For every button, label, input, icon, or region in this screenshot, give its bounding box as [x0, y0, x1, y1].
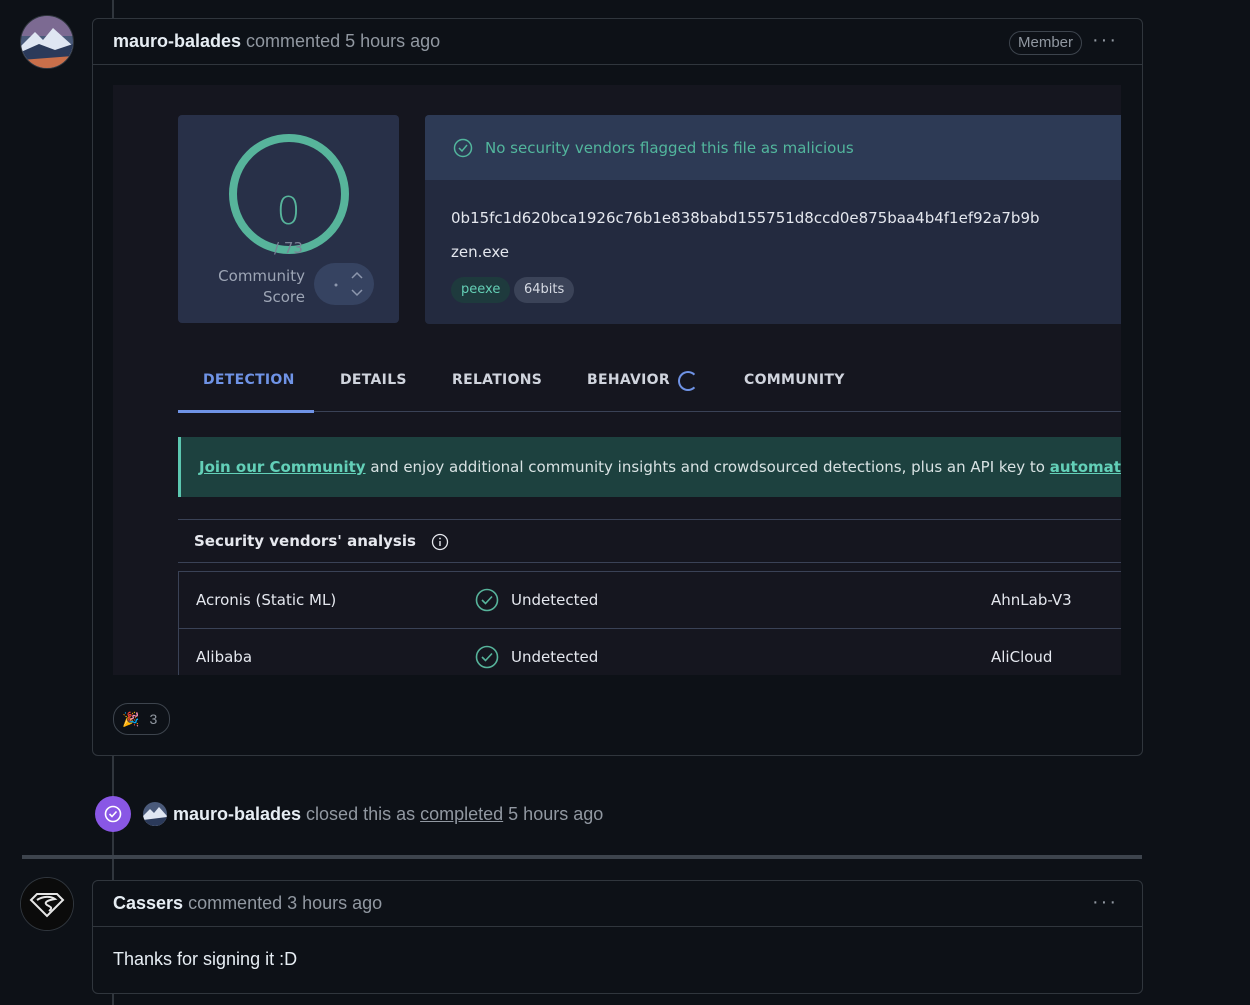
closed-event: mauro-balades closed this as completed 5…	[95, 796, 603, 832]
analysis-header: Security vendors' analysis	[178, 519, 1121, 563]
vendors-table: Acronis (Static ML) Undetected AhnLab-V3…	[178, 571, 1121, 675]
vendor-name: Acronis (Static ML)	[196, 591, 337, 609]
tab-relations[interactable]: RELATIONS	[452, 372, 542, 388]
status-text: Undetected	[511, 648, 599, 666]
check-circle-icon	[453, 138, 473, 157]
analysis-title: Security vendors' analysis	[194, 532, 416, 550]
banner-text: and enjoy additional community insights …	[365, 458, 1050, 476]
avatar[interactable]	[21, 16, 73, 68]
tab-community[interactable]: COMMUNITY	[744, 372, 845, 388]
virustotal-screenshot[interactable]: 0 / 73 Community Score No security vendo…	[113, 85, 1121, 675]
detection-score-card: 0 / 73 Community Score	[178, 115, 399, 323]
vendor-name: AhnLab-V3	[991, 591, 1072, 609]
timeline-divider	[22, 855, 1142, 859]
avatar[interactable]	[21, 878, 73, 930]
detection-status: Undetected	[475, 588, 598, 612]
reaction-count: 3	[149, 711, 158, 727]
comment-action: commented	[246, 31, 341, 51]
vendor-name: Alibaba	[196, 648, 253, 666]
event-text: closed this as	[306, 803, 416, 824]
tag-64bits: 64bits	[514, 277, 575, 303]
file-hash: 0b15fc1d620bca1926c76b1e838babd155751d8c…	[451, 209, 1040, 227]
party-popper-icon: 🎉	[122, 710, 140, 727]
active-tab-underline	[178, 410, 314, 413]
table-row: Acronis (Static ML) Undetected AhnLab-V3	[179, 572, 1121, 629]
reaction-button[interactable]: 🎉 3	[113, 703, 171, 735]
mountain-avatar-image	[21, 16, 73, 68]
detection-score: 0	[276, 189, 301, 233]
comment-author[interactable]: mauro-balades	[113, 31, 241, 52]
automate-checks-link[interactable]: automate checks.	[1050, 458, 1121, 476]
comment-menu-button[interactable]: ···	[1092, 892, 1118, 912]
check-circle-icon	[475, 645, 499, 669]
community-score-label: Community Score	[218, 267, 305, 306]
table-row: Alibaba Undetected AliCloud	[179, 629, 1121, 675]
closed-badge	[95, 796, 131, 832]
vendor-name: AliCloud	[991, 648, 1053, 666]
status-message: No security vendors flagged this file as…	[485, 138, 854, 157]
completed-link[interactable]: completed	[420, 804, 503, 825]
community-score-control	[314, 263, 374, 305]
tab-details[interactable]: DETAILS	[340, 372, 407, 388]
event-author[interactable]: mauro-balades	[173, 804, 301, 825]
check-circle-icon	[475, 588, 499, 612]
check-circle-icon	[104, 805, 122, 823]
file-info-card: No security vendors flagged this file as…	[425, 115, 1121, 324]
comment-card: mauro-balades commented 5 hours ago Memb…	[92, 18, 1143, 756]
comment-header: Cassers commented 3 hours ago ···	[93, 881, 1142, 927]
mountain-avatar-image	[143, 802, 167, 826]
event-timestamp[interactable]: 5 hours ago	[508, 804, 603, 825]
avatar[interactable]	[143, 802, 167, 826]
status-banner: No security vendors flagged this file as…	[425, 115, 1121, 180]
comment-timestamp[interactable]: 5 hours ago	[345, 31, 440, 52]
loading-spinner-icon	[678, 371, 698, 391]
comment-header: mauro-balades commented 5 hours ago Memb…	[93, 19, 1142, 65]
tab-detection[interactable]: DETECTION	[203, 372, 295, 388]
tag-peexe: peexe	[451, 277, 511, 303]
tab-behavior[interactable]: BEHAVIOR	[587, 372, 670, 388]
member-badge: Member	[1008, 31, 1082, 55]
file-name: zen.exe	[451, 243, 509, 261]
comment-menu-button[interactable]: ···	[1092, 30, 1118, 50]
detection-status: Undetected	[475, 645, 598, 669]
superman-logo-avatar-image	[21, 878, 73, 930]
comment-card: Cassers commented 3 hours ago ··· Thanks…	[92, 880, 1143, 994]
detection-total: / 73	[274, 239, 303, 257]
community-banner: Join our Community and enjoy additional …	[178, 437, 1121, 497]
comment-timestamp[interactable]: 3 hours ago	[287, 893, 382, 914]
info-icon[interactable]	[431, 533, 449, 551]
comment-body: Thanks for signing it :D	[113, 949, 298, 969]
join-community-link[interactable]: Join our Community	[199, 458, 366, 476]
vt-tabs: DETECTION DETAILS RELATIONS BEHAVIOR COM…	[178, 355, 1121, 413]
updown-arrows-icon	[334, 271, 363, 297]
status-text: Undetected	[511, 591, 599, 609]
comment-author[interactable]: Cassers	[113, 893, 183, 914]
comment-action: commented	[188, 893, 283, 913]
